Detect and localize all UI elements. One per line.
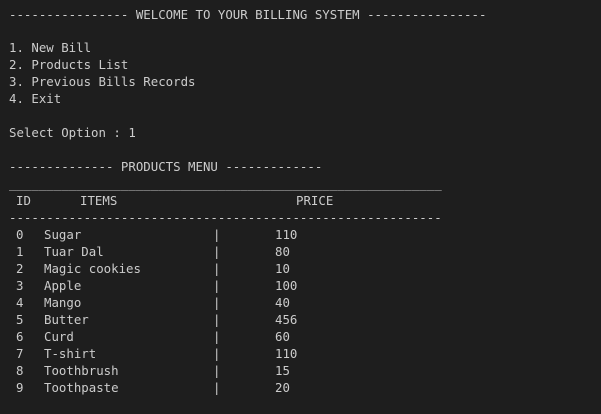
header-items: ITEMS [80, 193, 118, 208]
product-price: 40 [275, 295, 290, 310]
product-price: 20 [275, 380, 290, 395]
table-header-rule: ----------------------------------------… [9, 210, 442, 225]
products-menu-banner: -------------- PRODUCTS MENU -----------… [9, 159, 323, 174]
header-id: ID [16, 193, 31, 208]
column-separator: | [213, 312, 221, 327]
column-separator: | [213, 380, 221, 395]
product-price: 110 [275, 227, 298, 242]
product-item: Mango [44, 295, 82, 310]
product-item: Toothpaste [44, 380, 119, 395]
table-header: ID ITEMS PRICE [0, 192, 601, 209]
menu-item-previous-bills: 3. Previous Bills Records [9, 74, 196, 89]
table-row: 9 Toothpaste | 20 [0, 379, 601, 396]
table-row: 0 Sugar | 110 [0, 226, 601, 243]
table-row: 6 Curd | 60 [0, 328, 601, 345]
product-item: Butter [44, 312, 89, 327]
product-id: 6 [16, 329, 24, 344]
table-row: 8 Toothbrush | 15 [0, 362, 601, 379]
table-row: 4 Mango | 40 [0, 294, 601, 311]
product-price: 100 [275, 278, 298, 293]
product-id: 5 [16, 312, 24, 327]
column-separator: | [213, 227, 221, 242]
product-price: 60 [275, 329, 290, 344]
select-option-prompt: Select Option : 1 [9, 125, 136, 140]
column-separator: | [213, 363, 221, 378]
product-id: 2 [16, 261, 24, 276]
column-separator: | [213, 329, 221, 344]
column-separator: | [213, 278, 221, 293]
menu-item-products-list: 2. Products List [9, 57, 129, 72]
table-row: 1 Tuar Dal | 80 [0, 243, 601, 260]
product-id: 8 [16, 363, 24, 378]
product-item: T-shirt [44, 346, 97, 361]
table-row: 2 Magic cookies | 10 [0, 260, 601, 277]
table-row: 5 Butter | 456 [0, 311, 601, 328]
product-price: 456 [275, 312, 298, 327]
product-id: 4 [16, 295, 24, 310]
column-separator: | [213, 261, 221, 276]
column-separator: | [213, 346, 221, 361]
product-price: 110 [275, 346, 298, 361]
product-id: 0 [16, 227, 24, 242]
product-id: 7 [16, 346, 24, 361]
product-id: 1 [16, 244, 24, 259]
column-separator: | [213, 244, 221, 259]
product-price: 80 [275, 244, 290, 259]
header-price: PRICE [296, 193, 334, 208]
product-id: 3 [16, 278, 24, 293]
product-id: 9 [16, 380, 24, 395]
product-item: Toothbrush [44, 363, 119, 378]
column-separator: | [213, 295, 221, 310]
terminal-output[interactable]: ---------------- WELCOME TO YOUR BILLING… [0, 0, 601, 414]
product-item: Sugar [44, 227, 82, 242]
product-price: 10 [275, 261, 290, 276]
product-item: Apple [44, 278, 82, 293]
product-price: 15 [275, 363, 290, 378]
product-item: Magic cookies [44, 261, 141, 276]
welcome-banner: ---------------- WELCOME TO YOUR BILLING… [9, 7, 487, 22]
menu-item-exit: 4. Exit [9, 91, 62, 106]
table-row: 7 T-shirt | 110 [0, 345, 601, 362]
menu-item-new-bill: 1. New Bill [9, 40, 92, 55]
table-top-rule: ________________________________________… [9, 176, 442, 191]
product-item: Curd [44, 329, 74, 344]
table-row: 3 Apple | 100 [0, 277, 601, 294]
product-item: Tuar Dal [44, 244, 104, 259]
